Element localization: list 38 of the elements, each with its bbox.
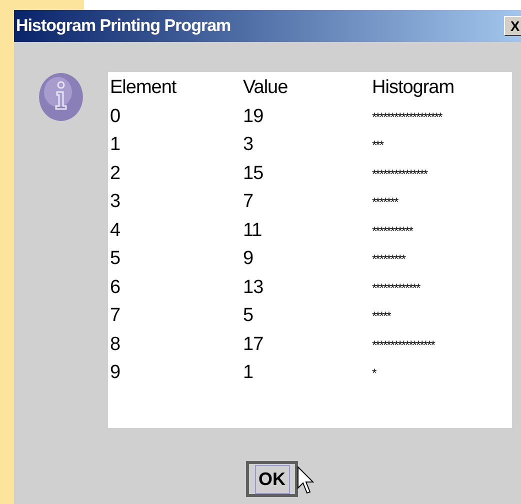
histogram-label: *: [372, 365, 378, 382]
ok-button[interactable]: OK: [246, 461, 298, 497]
table-cell-text: 5: [243, 304, 254, 328]
table-cell-text: 7: [243, 190, 254, 214]
mouse-cursor-icon: [297, 466, 317, 496]
info-icon: [38, 72, 84, 122]
table-cell-text: 1: [110, 133, 122, 157]
table-cell-text: 6: [110, 276, 122, 300]
table-cell-text: 3: [243, 133, 254, 157]
table-cell-text: 8: [110, 332, 122, 356]
table-cell-text: 0: [110, 104, 122, 128]
histogram-label: *******: [372, 194, 400, 211]
table-cell-text: 3: [110, 190, 122, 214]
table-cell-text: 13: [243, 276, 264, 300]
table-cell-text: 1: [243, 361, 254, 385]
window-title: Histogram Printing Program: [16, 15, 231, 38]
table-cell-text: 11: [243, 218, 263, 242]
table-cell-text: 5: [110, 247, 122, 271]
histogram-label: *********: [372, 251, 407, 268]
table-cell-text: 17: [243, 332, 264, 356]
table-cell-text: 4: [110, 218, 122, 242]
table-cell-text: 2: [110, 162, 122, 186]
histogram-label: ***************: [372, 166, 429, 182]
histogram-label: *****: [372, 308, 392, 325]
histogram-label: ***: [372, 137, 385, 154]
table-cell-text: 15: [243, 162, 264, 186]
column-header: Value: [243, 76, 289, 100]
histogram-label: *************: [372, 280, 422, 296]
table-cell-text: 9: [243, 247, 254, 271]
table-cell-text: 9: [110, 361, 122, 385]
histogram-label: ***********: [372, 222, 414, 240]
column-header: Element: [110, 76, 178, 100]
histogram-label: *******************: [372, 108, 444, 126]
column-header: Histogram: [372, 76, 456, 100]
table-cell-text: 19: [243, 104, 264, 128]
table-cell-text: 7: [110, 304, 122, 328]
close-button[interactable]: X: [504, 16, 521, 36]
histogram-label: *****************: [372, 336, 436, 354]
